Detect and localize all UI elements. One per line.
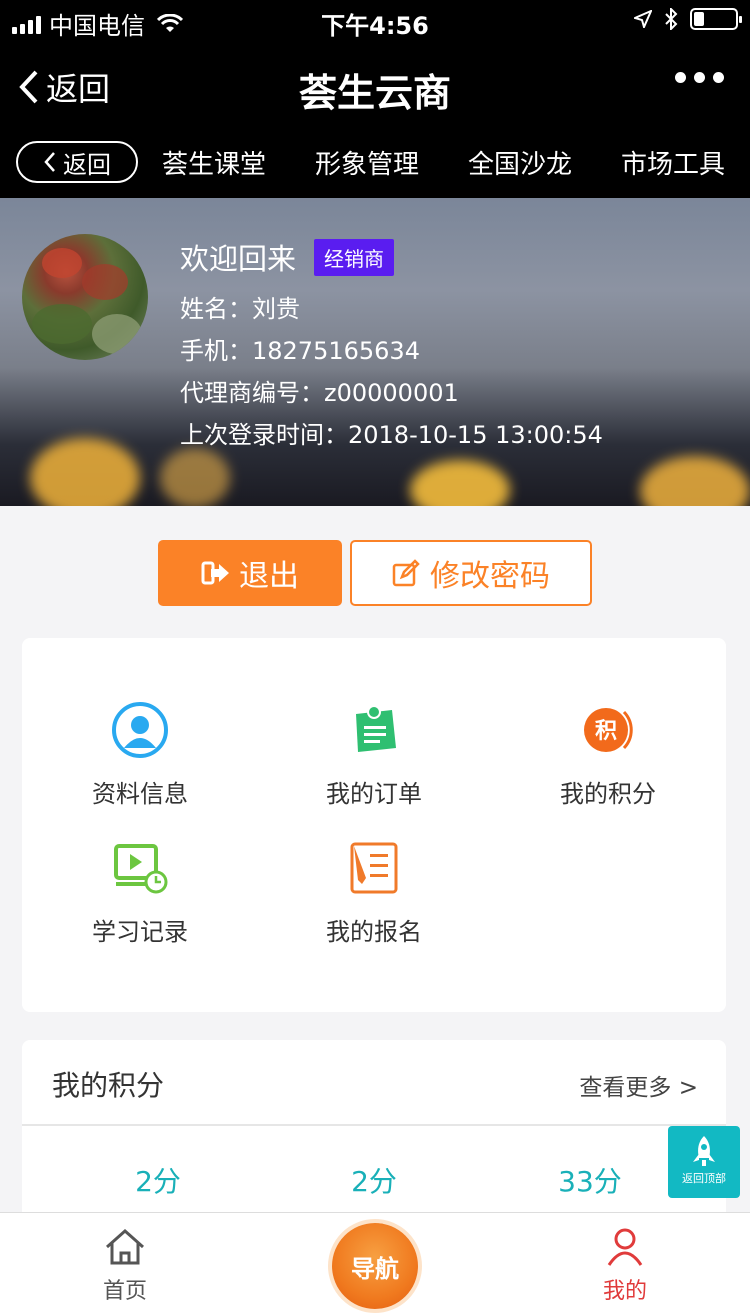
svg-text:积: 积 <box>595 719 617 744</box>
points-value: 2分 <box>351 1165 397 1198</box>
tab-label: 我的 <box>602 1279 647 1304</box>
sub-back-label: 返回 <box>63 150 111 179</box>
menu-item-points[interactable]: 积 我的积分 <box>508 700 708 809</box>
logout-button[interactable]: 退出 <box>158 540 342 606</box>
chevron-left-icon <box>44 152 55 172</box>
menu-label: 我的订单 <box>326 780 422 808</box>
view-more-link[interactable]: 查看更多 > <box>579 1068 698 1102</box>
welcome-text: 欢迎回来 <box>180 242 297 276</box>
battery-icon <box>690 8 742 30</box>
tab-home[interactable]: 首页 <box>65 1227 185 1305</box>
tab-classroom[interactable]: 荟生课堂 <box>162 144 266 181</box>
more-icon[interactable] <box>675 72 724 83</box>
profile-info: 欢迎回来 经销商 姓名：刘贵 手机：18275165634 代理商编号：z000… <box>180 236 603 456</box>
user-profile-icon <box>112 702 168 758</box>
points-card: 我的积分 查看更多 > 2分 2分 33分 <box>22 1040 726 1220</box>
change-password-label: 修改密码 <box>430 559 550 594</box>
logout-icon <box>201 561 229 585</box>
rocket-icon <box>693 1136 715 1166</box>
tab-national-salon[interactable]: 全国沙龙 <box>468 144 572 181</box>
menu-label: 学习记录 <box>92 918 188 946</box>
status-right <box>634 8 742 30</box>
signup-icon <box>350 842 398 894</box>
points-value: 33分 <box>558 1165 622 1198</box>
study-record-icon <box>114 844 168 894</box>
page-title: 荟生云商 <box>298 71 451 115</box>
location-icon <box>634 10 652 28</box>
bluetooth-icon <box>665 8 678 30</box>
edit-icon <box>392 559 420 587</box>
home-icon <box>106 1228 144 1265</box>
bokeh-light <box>410 460 510 506</box>
profile-header: 欢迎回来 经销商 姓名：刘贵 手机：18275165634 代理商编号：z000… <box>0 198 750 506</box>
order-icon <box>356 705 396 752</box>
bokeh-light <box>640 456 750 506</box>
sub-nav: 返回 荟生课堂 形象管理 全国沙龙 市场工具 <box>0 126 750 198</box>
navigation-button[interactable]: 导航 <box>332 1223 418 1309</box>
tab-bar: 首页 导航 我的 <box>0 1212 750 1314</box>
divider <box>22 1124 726 1126</box>
bokeh-light <box>160 448 230 506</box>
points-icon: 积 <box>584 708 633 752</box>
points-value: 2分 <box>135 1165 181 1198</box>
menu-label: 资料信息 <box>92 780 188 808</box>
avatar[interactable] <box>22 234 148 360</box>
change-password-button[interactable]: 修改密码 <box>350 540 592 606</box>
menu-label: 我的报名 <box>326 918 422 946</box>
points-title: 我的积分 <box>52 1069 165 1102</box>
agent-number-line: 代理商编号：z00000001 <box>180 379 459 407</box>
menu-label: 我的积分 <box>560 780 656 808</box>
menu-card: 资料信息 我的订单 积 我的积分 学习记录 我的报名 <box>22 638 726 1012</box>
user-icon <box>607 1228 643 1266</box>
bokeh-light <box>30 438 140 506</box>
status-bar: 中国电信 下午4:56 <box>0 0 750 42</box>
tab-image-management[interactable]: 形象管理 <box>315 144 419 181</box>
logout-label: 退出 <box>239 559 299 594</box>
sub-back-button[interactable]: 返回 <box>16 141 138 183</box>
role-badge: 经销商 <box>314 238 395 276</box>
tab-label: 首页 <box>102 1279 147 1304</box>
nav-bar: 返回 荟生云商 <box>0 42 750 126</box>
menu-item-signup[interactable]: 我的报名 <box>274 838 474 947</box>
navigation-label: 导航 <box>351 1254 399 1283</box>
tab-market-tools[interactable]: 市场工具 <box>621 144 725 181</box>
menu-item-profile[interactable]: 资料信息 <box>40 700 240 809</box>
tab-mine[interactable]: 我的 <box>565 1227 685 1305</box>
back-to-top-label: 返回顶部 <box>682 1172 726 1185</box>
menu-item-study-record[interactable]: 学习记录 <box>40 838 240 947</box>
menu-item-orders[interactable]: 我的订单 <box>274 700 474 809</box>
phone-line: 手机：18275165634 <box>180 337 420 365</box>
last-login-line: 上次登录时间：2018-10-15 13:00:54 <box>180 421 603 449</box>
back-to-top-button[interactable]: 返回顶部 <box>668 1126 740 1198</box>
name-line: 姓名：刘贵 <box>180 295 300 323</box>
